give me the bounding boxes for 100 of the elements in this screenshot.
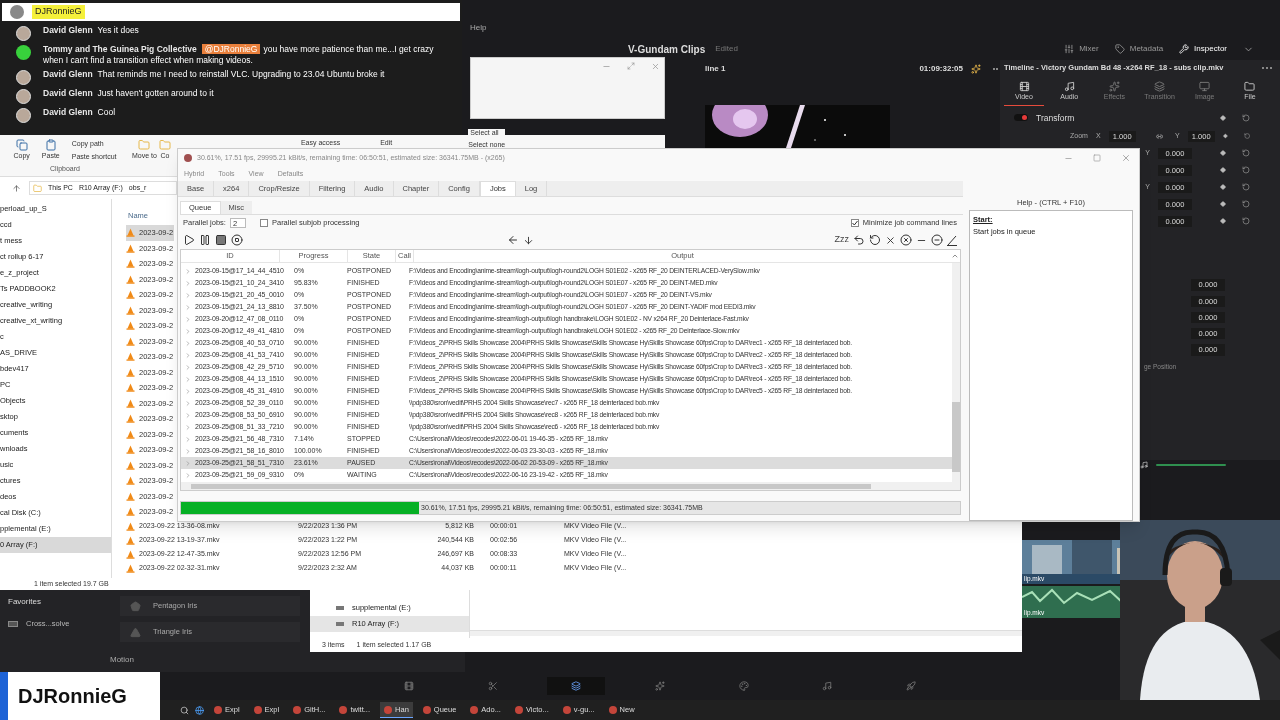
toggle-switch[interactable] — [1014, 114, 1028, 122]
vlc-cone-icon — [126, 336, 135, 346]
keyframe-icon[interactable] — [1220, 167, 1226, 174]
maximize-icon[interactable] — [1093, 154, 1101, 162]
avatar-icon — [16, 108, 31, 123]
abort-icon[interactable] — [231, 234, 243, 246]
toolbar-button[interactable]: Mixer — [1064, 43, 1099, 55]
toolbar-button[interactable]: Metadata — [1114, 43, 1164, 55]
app-icon — [214, 706, 222, 714]
film-icon — [404, 681, 414, 691]
monitor-icon — [1199, 81, 1211, 92]
folder-icon — [1244, 81, 1256, 92]
app-icon — [384, 705, 393, 714]
music-icon — [1063, 81, 1075, 92]
mixer-icon — [1064, 44, 1075, 54]
checkbox[interactable] — [850, 219, 859, 227]
link-icon[interactable] — [1155, 131, 1163, 141]
layers-icon — [1154, 81, 1166, 92]
scroll-up-icon[interactable] — [951, 252, 959, 260]
avatar-icon — [16, 45, 31, 60]
avatar-icon — [16, 70, 31, 85]
streamer-name: DJRonnieG — [18, 684, 127, 709]
up-icon[interactable] — [12, 183, 21, 193]
maximize-icon[interactable] — [627, 62, 635, 70]
vlc-cone-icon — [126, 290, 135, 300]
panel-heading: Motion — [110, 654, 135, 666]
vlc-cone-icon — [126, 491, 135, 501]
remove-icon[interactable] — [900, 234, 912, 246]
clear-icon[interactable] — [931, 234, 943, 246]
timeline-name: line 1 — [705, 63, 726, 75]
vlc-cone-icon — [126, 460, 135, 470]
rocket-icon — [905, 681, 916, 691]
vertical-scrollbar[interactable] — [952, 263, 960, 482]
vlc-cone-icon — [126, 536, 135, 545]
vlc-cone-icon — [126, 305, 135, 315]
keyframe-icon[interactable] — [1220, 150, 1226, 157]
folder-icon — [33, 183, 42, 193]
undo-icon[interactable] — [853, 234, 865, 246]
chat-message: David Glenn That reminds me I need to reinstall VLC. Upgrading to 23.04 Ubuntu broke it — [43, 69, 386, 80]
keyframe-icon[interactable] — [1220, 201, 1226, 208]
app-icon — [184, 154, 192, 162]
palette-icon — [738, 681, 749, 691]
app-icon — [293, 706, 302, 714]
app-icon — [608, 706, 617, 714]
avatar-icon — [16, 26, 31, 41]
clipboard-icon — [44, 139, 57, 151]
keyframe-icon[interactable] — [1220, 114, 1226, 121]
app-icon — [253, 706, 262, 714]
music-icon — [822, 681, 833, 691]
browser-icon[interactable] — [195, 705, 204, 715]
app-icon — [470, 706, 479, 714]
page-tab[interactable] — [547, 677, 606, 695]
vlc-cone-icon — [126, 228, 135, 238]
horizontal-scrollbar[interactable] — [470, 630, 1022, 636]
keyframe-icon[interactable] — [1220, 184, 1226, 191]
edit-icon[interactable] — [947, 234, 957, 246]
app-icon — [562, 706, 571, 714]
keyframe-icon[interactable] — [1220, 218, 1226, 225]
project-status: Edited — [715, 43, 738, 55]
menu-item[interactable]: Help — [470, 22, 487, 34]
app-icon — [339, 706, 348, 714]
stop-icon[interactable] — [215, 234, 227, 246]
vlc-cone-icon — [126, 445, 135, 455]
checkbox[interactable] — [259, 219, 268, 227]
pentagon-icon — [130, 600, 141, 612]
vlc-cone-icon — [126, 564, 135, 573]
drive-icon — [336, 606, 344, 610]
vlc-cone-icon — [126, 259, 135, 269]
color-icon — [971, 64, 981, 74]
film-icon — [1018, 81, 1030, 92]
sparkle-icon — [654, 681, 665, 691]
panel-heading: Favorites — [8, 596, 42, 608]
start-icon[interactable] — [183, 234, 195, 246]
vlc-cone-icon — [126, 383, 135, 393]
back-arrow-icon[interactable] — [507, 234, 519, 246]
close-icon[interactable] — [885, 234, 896, 246]
vlc-cone-icon — [126, 367, 135, 377]
horizontal-scrollbar[interactable] — [181, 482, 960, 490]
vlc-cone-icon — [126, 321, 135, 331]
avatar-icon — [10, 5, 24, 19]
section-title: Transform — [1036, 111, 1075, 125]
vlc-cone-icon — [126, 243, 135, 253]
scissors-icon — [487, 681, 498, 691]
vlc-cone-icon — [126, 429, 135, 439]
layers-icon — [571, 681, 582, 691]
reset-icon[interactable] — [869, 234, 881, 246]
sleep-button[interactable]: Zzz — [834, 233, 849, 247]
timecode: 01:09:32:05 — [919, 63, 963, 75]
search-icon[interactable] — [180, 705, 189, 715]
chat-message: Tommy and The Guinea Pig Collective @DJRonnieG you have more patience than me...I get crazy when I can't find a transition effect when making videos. — [43, 44, 435, 66]
triangle-icon — [130, 626, 141, 638]
pause-icon[interactable] — [199, 234, 211, 246]
vlc-cone-icon — [126, 352, 135, 362]
toolbar-button[interactable]: Inspector — [1179, 43, 1227, 55]
chat-message: David Glenn Cool — [43, 107, 117, 118]
keyframe-icon[interactable] — [1222, 133, 1228, 140]
down-arrow-icon[interactable] — [523, 234, 534, 246]
vlc-cone-icon — [126, 507, 135, 517]
vlc-cone-icon — [126, 414, 135, 424]
transition-icon — [8, 620, 18, 627]
